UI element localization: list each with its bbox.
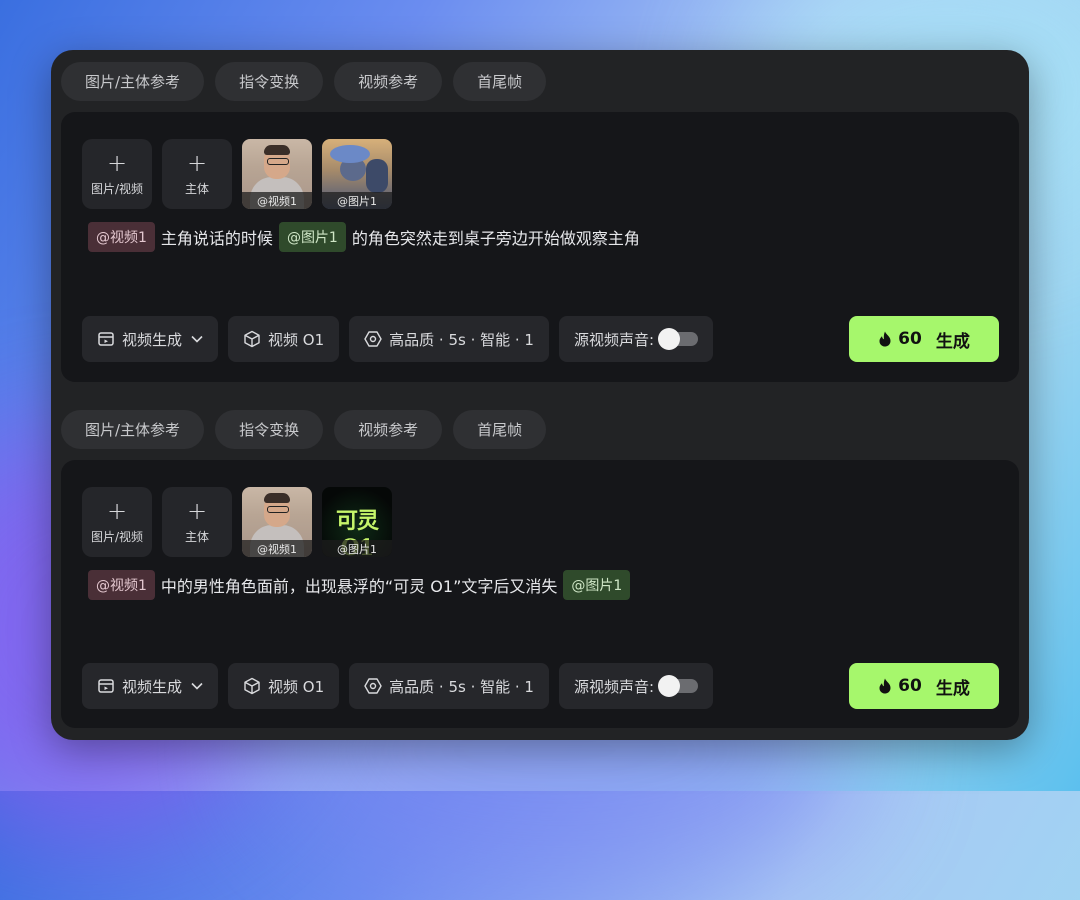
source-audio-label: 源视频声音: <box>573 677 655 696</box>
prompt-input[interactable]: @视频1 中的男性角色面前，出现悬浮的“可灵 O1”文字后又消失 @图片1 <box>88 570 636 600</box>
video-generate-icon <box>98 332 114 346</box>
video-mention-chip[interactable]: @视频1 <box>88 222 155 252</box>
model-label: 视频 O1 <box>268 330 325 349</box>
add-image-video-button[interactable]: + 图片/视频 <box>82 487 152 557</box>
thumbnail-tag: @图片1 <box>322 540 392 557</box>
reference-tabs: 图片/主体参考 指令变换 视频参考 首尾帧 <box>61 62 547 101</box>
prompt-text: 的角色突然走到桌子旁边开始做观察主角 <box>351 229 640 248</box>
add-subject-label: 主体 <box>184 181 209 196</box>
tab-instruction-transform[interactable]: 指令变换 <box>215 410 324 449</box>
add-subject-label: 主体 <box>184 529 209 544</box>
tab-video-reference[interactable]: 视频参考 <box>334 62 443 101</box>
chevron-down-icon <box>191 335 203 343</box>
model-selector[interactable]: 视频 O1 <box>228 316 340 362</box>
image-mention-chip[interactable]: @图片1 <box>563 570 631 600</box>
generate-button[interactable]: 60 生成 <box>849 663 999 709</box>
source-audio-label: 源视频声音: <box>573 330 655 349</box>
generate-label: 生成 <box>935 678 970 699</box>
settings-selector[interactable]: 高品质 · 5s · 智能 · 1 <box>349 316 549 362</box>
plus-icon: + <box>186 148 208 177</box>
settings-label: 高品质 · 5s · 智能 · 1 <box>389 330 534 349</box>
mode-dropdown[interactable]: 视频生成 <box>82 316 219 362</box>
add-subject-button[interactable]: + 主体 <box>162 139 232 209</box>
plus-icon: + <box>106 148 128 177</box>
prompt-card: + 图片/视频 + 主体 @视频1 可灵O1 @图片1 <box>61 460 1019 728</box>
add-image-video-label: 图片/视频 <box>90 181 144 196</box>
generation-section-2: 图片/主体参考 指令变换 视频参考 首尾帧 + 图片/视频 + 主体 @视频1 … <box>51 398 1029 740</box>
reference-tabs: 图片/主体参考 指令变换 视频参考 首尾帧 <box>61 410 547 449</box>
generation-section-1: 图片/主体参考 指令变换 视频参考 首尾帧 + 图片/视频 + 主体 @视频1 … <box>51 50 1029 394</box>
control-bar: 视频生成 视频 O1 高品质 · 5s · 智能 · 1 源视频声音: <box>82 663 714 709</box>
prompt-text: 主角说话的时候 <box>160 229 273 248</box>
settings-hexagon-icon <box>364 331 382 347</box>
prompt-input[interactable]: @视频1 主角说话的时候 @图片1 的角色突然走到桌子旁边开始做观察主角 <box>88 222 640 252</box>
thumbnail-tag: @图片1 <box>322 192 392 209</box>
model-selector[interactable]: 视频 O1 <box>228 663 340 709</box>
tab-first-last-frame[interactable]: 首尾帧 <box>453 410 547 449</box>
flame-icon <box>879 678 891 694</box>
image-thumbnail[interactable]: 可灵O1 @图片1 <box>322 487 392 557</box>
generate-cost: 60 <box>898 676 922 696</box>
tab-first-last-frame[interactable]: 首尾帧 <box>453 62 547 101</box>
cube-icon <box>244 677 260 695</box>
image-mention-chip[interactable]: @图片1 <box>278 222 346 252</box>
thumbnail-tag: @视频1 <box>242 192 312 209</box>
generation-panel: 图片/主体参考 指令变换 视频参考 首尾帧 + 图片/视频 + 主体 @视频1 … <box>51 50 1029 740</box>
generate-cost: 60 <box>898 329 922 349</box>
tab-video-reference[interactable]: 视频参考 <box>334 410 443 449</box>
source-audio-toggle[interactable] <box>658 675 699 697</box>
prompt-card: + 图片/视频 + 主体 @视频1 @图片1 @视频1 主角说话的时候 @图片1… <box>61 112 1019 382</box>
generate-label: 生成 <box>935 331 970 352</box>
tab-image-subject-reference[interactable]: 图片/主体参考 <box>61 62 205 101</box>
image-thumbnail[interactable]: @图片1 <box>322 139 392 209</box>
video-thumbnail[interactable]: @视频1 <box>242 139 312 209</box>
source-audio-toggle[interactable] <box>658 328 699 350</box>
settings-label: 高品质 · 5s · 智能 · 1 <box>389 677 534 696</box>
source-audio-control: 源视频声音: <box>558 316 714 362</box>
add-subject-button[interactable]: + 主体 <box>162 487 232 557</box>
source-audio-control: 源视频声音: <box>558 663 714 709</box>
add-image-video-button[interactable]: + 图片/视频 <box>82 139 152 209</box>
mode-label: 视频生成 <box>122 677 183 696</box>
chevron-down-icon <box>191 682 203 690</box>
tab-instruction-transform[interactable]: 指令变换 <box>215 62 324 101</box>
control-bar: 视频生成 视频 O1 高品质 · 5s · 智能 · 1 源视频声音: <box>82 316 714 362</box>
asset-row: + 图片/视频 + 主体 @视频1 可灵O1 @图片1 <box>82 487 392 557</box>
plus-icon: + <box>106 496 128 525</box>
cube-icon <box>244 330 260 348</box>
tab-image-subject-reference[interactable]: 图片/主体参考 <box>61 410 205 449</box>
plus-icon: + <box>186 496 208 525</box>
video-generate-icon <box>98 679 114 693</box>
model-label: 视频 O1 <box>268 677 325 696</box>
flame-icon <box>879 331 891 347</box>
thumbnail-tag: @视频1 <box>242 540 312 557</box>
settings-hexagon-icon <box>364 678 382 694</box>
asset-row: + 图片/视频 + 主体 @视频1 @图片1 <box>82 139 392 209</box>
prompt-text: 中的男性角色面前，出现悬浮的“可灵 O1”文字后又消失 <box>160 577 558 596</box>
settings-selector[interactable]: 高品质 · 5s · 智能 · 1 <box>349 663 549 709</box>
mode-label: 视频生成 <box>122 330 183 349</box>
video-mention-chip[interactable]: @视频1 <box>88 570 155 600</box>
generate-button[interactable]: 60 生成 <box>849 316 999 362</box>
mode-dropdown[interactable]: 视频生成 <box>82 663 219 709</box>
add-image-video-label: 图片/视频 <box>90 529 144 544</box>
video-thumbnail[interactable]: @视频1 <box>242 487 312 557</box>
